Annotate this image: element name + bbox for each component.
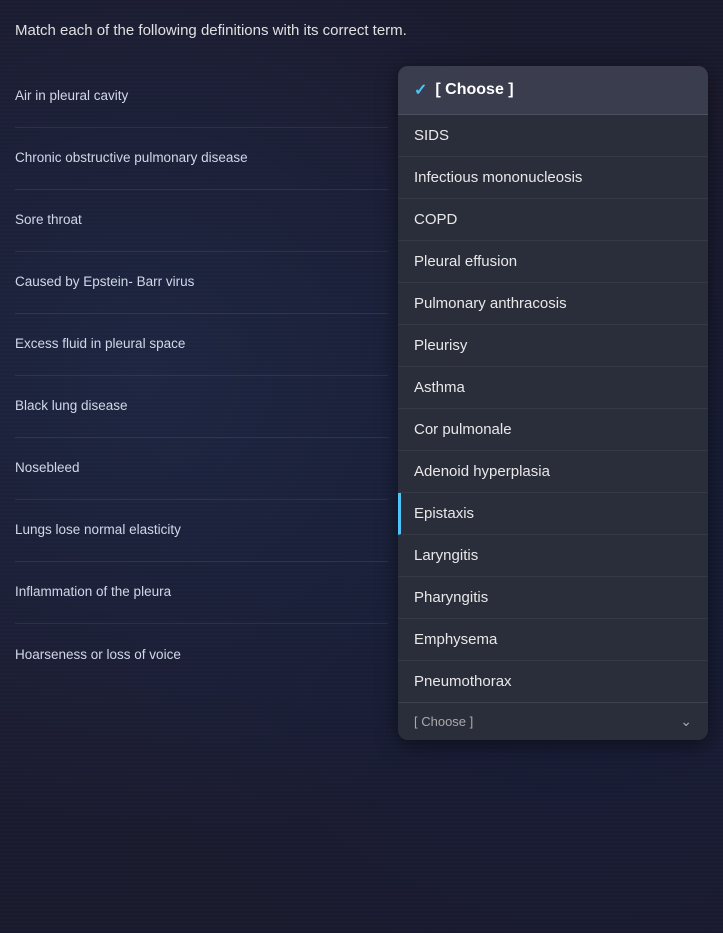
dropdown-option-opt-5[interactable]: Pulmonary anthracosis	[398, 283, 708, 325]
definition-item-def-7: Nosebleed	[15, 438, 388, 500]
chevron-down-icon: ⌄	[680, 713, 692, 730]
definition-item-def-1: Air in pleural cavity	[15, 66, 388, 128]
dropdown-bottom-row[interactable]: [ Choose ] ⌄	[398, 702, 708, 740]
dropdown-option-opt-11[interactable]: Laryngitis	[398, 535, 708, 577]
dropdown-option-opt-14[interactable]: Pneumothorax	[398, 661, 708, 702]
definition-item-def-6: Black lung disease	[15, 376, 388, 438]
dropdown-header[interactable]: ✓ [ Choose ]	[398, 66, 708, 115]
checkmark-icon: ✓	[414, 80, 427, 100]
dropdown-option-opt-1[interactable]: SIDS	[398, 115, 708, 157]
dropdown-option-opt-7[interactable]: Asthma	[398, 367, 708, 409]
definition-item-def-5: Excess fluid in pleural space	[15, 314, 388, 376]
instruction-text: Match each of the following definitions …	[15, 20, 708, 41]
definition-item-def-2: Chronic obstructive pulmonary disease	[15, 128, 388, 190]
options-container: SIDSInfectious mononucleosisCOPDPleural …	[398, 115, 708, 702]
dropdown-option-opt-3[interactable]: COPD	[398, 199, 708, 241]
dropdown-header-label: [ Choose ]	[435, 81, 513, 99]
definition-item-def-3: Sore throat	[15, 190, 388, 252]
dropdown-option-opt-2[interactable]: Infectious mononucleosis	[398, 157, 708, 199]
dropdown-option-opt-9[interactable]: Adenoid hyperplasia	[398, 451, 708, 493]
dropdown-bottom-label: [ Choose ]	[414, 714, 680, 729]
dropdown-option-opt-12[interactable]: Pharyngitis	[398, 577, 708, 619]
dropdown-column: ✓ [ Choose ] SIDSInfectious mononucleosi…	[398, 66, 708, 740]
definition-item-def-10: Hoarseness or loss of voice	[15, 624, 388, 686]
definition-item-def-9: Inflammation of the pleura	[15, 562, 388, 624]
dropdown-option-opt-13[interactable]: Emphysema	[398, 619, 708, 661]
definitions-column: Air in pleural cavityChronic obstructive…	[15, 66, 388, 686]
definition-item-def-4: Caused by Epstein- Barr virus	[15, 252, 388, 314]
dropdown-option-opt-10[interactable]: Epistaxis	[398, 493, 708, 535]
dropdown-option-opt-8[interactable]: Cor pulmonale	[398, 409, 708, 451]
dropdown-option-opt-4[interactable]: Pleural effusion	[398, 241, 708, 283]
dropdown-option-opt-6[interactable]: Pleurisy	[398, 325, 708, 367]
quiz-layout: Air in pleural cavityChronic obstructive…	[15, 66, 708, 740]
definition-item-def-8: Lungs lose normal elasticity	[15, 500, 388, 562]
dropdown-open: ✓ [ Choose ] SIDSInfectious mononucleosi…	[398, 66, 708, 740]
